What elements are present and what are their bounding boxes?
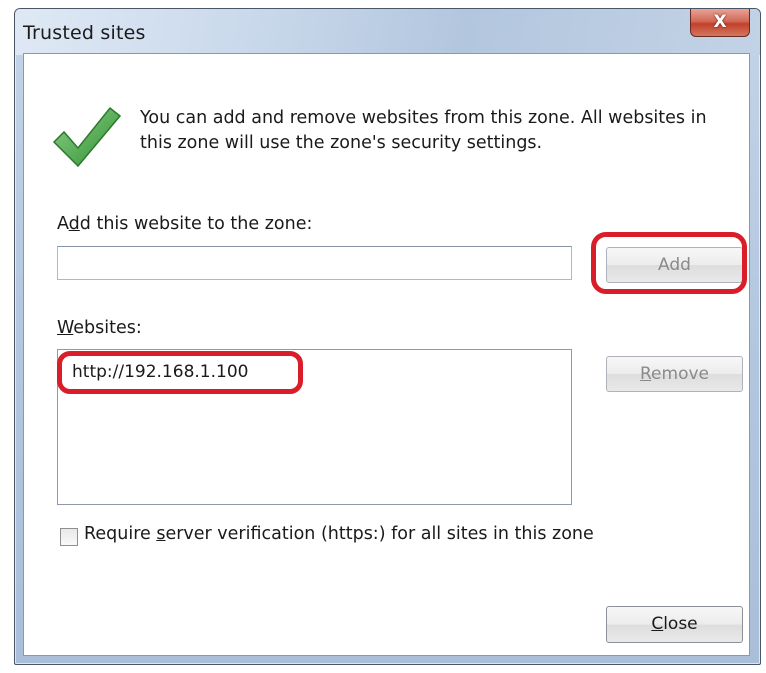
- require-label-part: Require: [84, 524, 157, 544]
- add-button-highlight: [591, 232, 747, 294]
- close-accesskey: C: [651, 614, 664, 634]
- close-label-part: lose: [663, 614, 698, 634]
- websites-label-accesskey: W: [57, 318, 74, 338]
- site-item-highlight: [57, 351, 303, 394]
- add-label-part: A: [57, 214, 69, 234]
- close-icon: X: [713, 12, 727, 32]
- window-title: Trusted sites: [23, 22, 146, 44]
- require-server-verification-checkbox[interactable]: [60, 528, 78, 546]
- website-url-input[interactable]: [57, 246, 572, 280]
- remove-label-part: emove: [651, 364, 709, 384]
- require-server-verification-label[interactable]: Require server verification (https:) for…: [84, 524, 594, 544]
- remove-button[interactable]: Remove: [606, 356, 743, 392]
- add-label-part: d this website to the zone:: [79, 214, 313, 234]
- info-line-2: this zone will use the zone's security s…: [140, 133, 543, 153]
- add-label-accesskey: d: [68, 214, 80, 234]
- close-window-button[interactable]: X: [690, 9, 750, 37]
- trusted-sites-dialog: Trusted sites X You can add and remove w…: [14, 8, 761, 665]
- title-bar[interactable]: Trusted sites X: [15, 9, 760, 55]
- green-checkmark-icon: [52, 106, 122, 168]
- require-label-part: erver verification (https:) for all site…: [165, 524, 594, 544]
- websites-label: Websites:: [57, 318, 142, 338]
- info-text: You can add and remove websites from thi…: [140, 106, 740, 156]
- websites-label-part: ebsites:: [73, 318, 142, 338]
- remove-accesskey: R: [639, 364, 652, 384]
- close-button[interactable]: Close: [606, 606, 743, 643]
- dialog-body: You can add and remove websites from thi…: [23, 53, 750, 656]
- add-website-label: Add this website to the zone:: [57, 214, 312, 234]
- info-line-1: You can add and remove websites from thi…: [140, 108, 707, 128]
